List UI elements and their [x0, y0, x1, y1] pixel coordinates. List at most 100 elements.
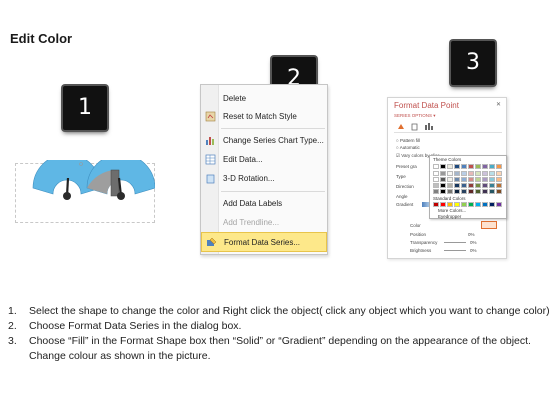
standard-colors-label: Standard Colors: [433, 196, 466, 201]
theme-color-swatch[interactable]: [440, 189, 446, 194]
format-series-icon: [207, 237, 217, 246]
series-options-dropdown[interactable]: SERIES OPTIONS ▾: [394, 113, 436, 119]
reset-style-icon: [205, 111, 216, 122]
menu-item-reset-style[interactable]: Reset to Match Style: [201, 107, 327, 127]
theme-color-swatch[interactable]: [475, 177, 481, 182]
theme-color-swatch[interactable]: [461, 164, 467, 169]
standard-color-swatch[interactable]: [461, 202, 467, 207]
theme-color-swatch[interactable]: [496, 189, 502, 194]
theme-color-swatch[interactable]: [440, 183, 446, 188]
menu-item-change-chart-type[interactable]: Change Series Chart Type...: [201, 131, 327, 151]
position-value[interactable]: 0%: [468, 232, 475, 237]
brightness-slider[interactable]: [444, 250, 466, 251]
theme-color-swatch[interactable]: [454, 183, 460, 188]
type-label: Type: [396, 174, 406, 179]
theme-color-swatch[interactable]: [433, 177, 439, 182]
page-title: Edit Color: [10, 31, 73, 46]
theme-color-swatch[interactable]: [489, 177, 495, 182]
more-colors-option[interactable]: More Colors...: [438, 208, 466, 213]
theme-color-swatch[interactable]: [454, 189, 460, 194]
theme-color-swatch[interactable]: [482, 171, 488, 176]
theme-color-swatch[interactable]: [475, 189, 481, 194]
theme-color-swatch[interactable]: [454, 177, 460, 182]
context-menu: Delete Reset to Match Style Change Serie…: [200, 84, 328, 255]
brightness-value[interactable]: 0%: [470, 248, 477, 253]
pattern-fill-option[interactable]: ○ Pattern fill: [396, 138, 420, 143]
standard-color-swatch[interactable]: [468, 202, 474, 207]
menu-item-delete[interactable]: Delete: [201, 89, 327, 109]
eyedropper-option[interactable]: Eyedropper: [438, 214, 461, 219]
rotation-icon: [206, 174, 215, 184]
theme-color-swatch[interactable]: [461, 177, 467, 182]
theme-color-swatch[interactable]: [468, 177, 474, 182]
menu-item-add-trendline: Add Trendline...: [223, 218, 280, 227]
standard-color-swatch[interactable]: [454, 202, 460, 207]
theme-color-swatch[interactable]: [468, 183, 474, 188]
color-label: Color: [410, 223, 421, 228]
theme-color-swatch[interactable]: [496, 171, 502, 176]
transparency-value[interactable]: 0%: [470, 240, 477, 245]
theme-color-swatch[interactable]: [482, 183, 488, 188]
theme-color-swatch[interactable]: [482, 189, 488, 194]
theme-color-swatch[interactable]: [475, 183, 481, 188]
angle-label: Angle: [396, 194, 408, 199]
theme-color-swatch[interactable]: [433, 171, 439, 176]
gauge-shapes[interactable]: [15, 160, 155, 226]
chart-type-icon: [206, 137, 214, 145]
theme-color-swatch[interactable]: [468, 164, 474, 169]
standard-color-swatch[interactable]: [475, 202, 481, 207]
instruction-step-3: 3. Choose “Fill” in the Format Shape box …: [8, 335, 531, 362]
theme-color-swatch[interactable]: [468, 171, 474, 176]
theme-color-swatch[interactable]: [475, 164, 481, 169]
theme-color-swatch[interactable]: [475, 171, 481, 176]
theme-color-swatch[interactable]: [461, 189, 467, 194]
menu-item-add-data-labels[interactable]: Add Data Labels: [201, 194, 327, 214]
theme-color-swatch[interactable]: [482, 177, 488, 182]
close-icon[interactable]: ✕: [496, 101, 501, 108]
transparency-label: Transparency: [410, 240, 438, 245]
standard-color-swatch[interactable]: [440, 202, 446, 207]
theme-color-swatch[interactable]: [433, 164, 439, 169]
theme-color-swatch[interactable]: [447, 164, 453, 169]
standard-color-swatch[interactable]: [482, 202, 488, 207]
pane-title: Format Data Point: [394, 101, 459, 110]
instructions-list: 1. Select the shape to change the color a…: [8, 304, 556, 364]
theme-color-swatch[interactable]: [433, 189, 439, 194]
series-options-tab-icon: [425, 125, 427, 130]
pane-tabs[interactable]: [396, 122, 440, 132]
step-badge-3: 3: [451, 41, 495, 85]
standard-color-swatch[interactable]: [447, 202, 453, 207]
theme-color-swatch[interactable]: [440, 171, 446, 176]
theme-color-swatch[interactable]: [447, 177, 453, 182]
standard-color-swatch[interactable]: [433, 202, 439, 207]
theme-color-swatch[interactable]: [447, 189, 453, 194]
theme-color-swatch[interactable]: [440, 164, 446, 169]
theme-color-swatch[interactable]: [461, 183, 467, 188]
theme-color-swatch[interactable]: [496, 177, 502, 182]
theme-color-swatch[interactable]: [496, 183, 502, 188]
menu-item-format-data-series[interactable]: Format Data Series...: [201, 232, 327, 252]
theme-color-swatch[interactable]: [489, 164, 495, 169]
theme-color-swatch[interactable]: [433, 183, 439, 188]
theme-color-swatch[interactable]: [461, 171, 467, 176]
theme-color-swatch[interactable]: [447, 171, 453, 176]
color-palette-popup: Theme Colors Standard Colors More Colors…: [429, 155, 507, 219]
step-badge-1: 1: [63, 86, 107, 130]
theme-color-swatch[interactable]: [489, 189, 495, 194]
theme-color-swatch[interactable]: [454, 164, 460, 169]
theme-color-swatch[interactable]: [468, 189, 474, 194]
automatic-option[interactable]: ○ Automatic: [396, 145, 420, 150]
menu-item-3d-rotation[interactable]: 3-D Rotation...: [201, 169, 327, 189]
theme-color-swatch[interactable]: [489, 171, 495, 176]
theme-color-swatch[interactable]: [496, 164, 502, 169]
theme-color-swatch[interactable]: [489, 183, 495, 188]
theme-color-swatch[interactable]: [454, 171, 460, 176]
transparency-slider[interactable]: [444, 242, 466, 243]
menu-item-edit-data[interactable]: Edit Data...: [201, 150, 327, 170]
standard-color-swatch[interactable]: [489, 202, 495, 207]
theme-color-swatch[interactable]: [482, 164, 488, 169]
theme-color-swatch[interactable]: [440, 177, 446, 182]
standard-color-swatch[interactable]: [496, 202, 502, 207]
color-picker-button[interactable]: [481, 221, 497, 229]
theme-color-swatch[interactable]: [447, 183, 453, 188]
